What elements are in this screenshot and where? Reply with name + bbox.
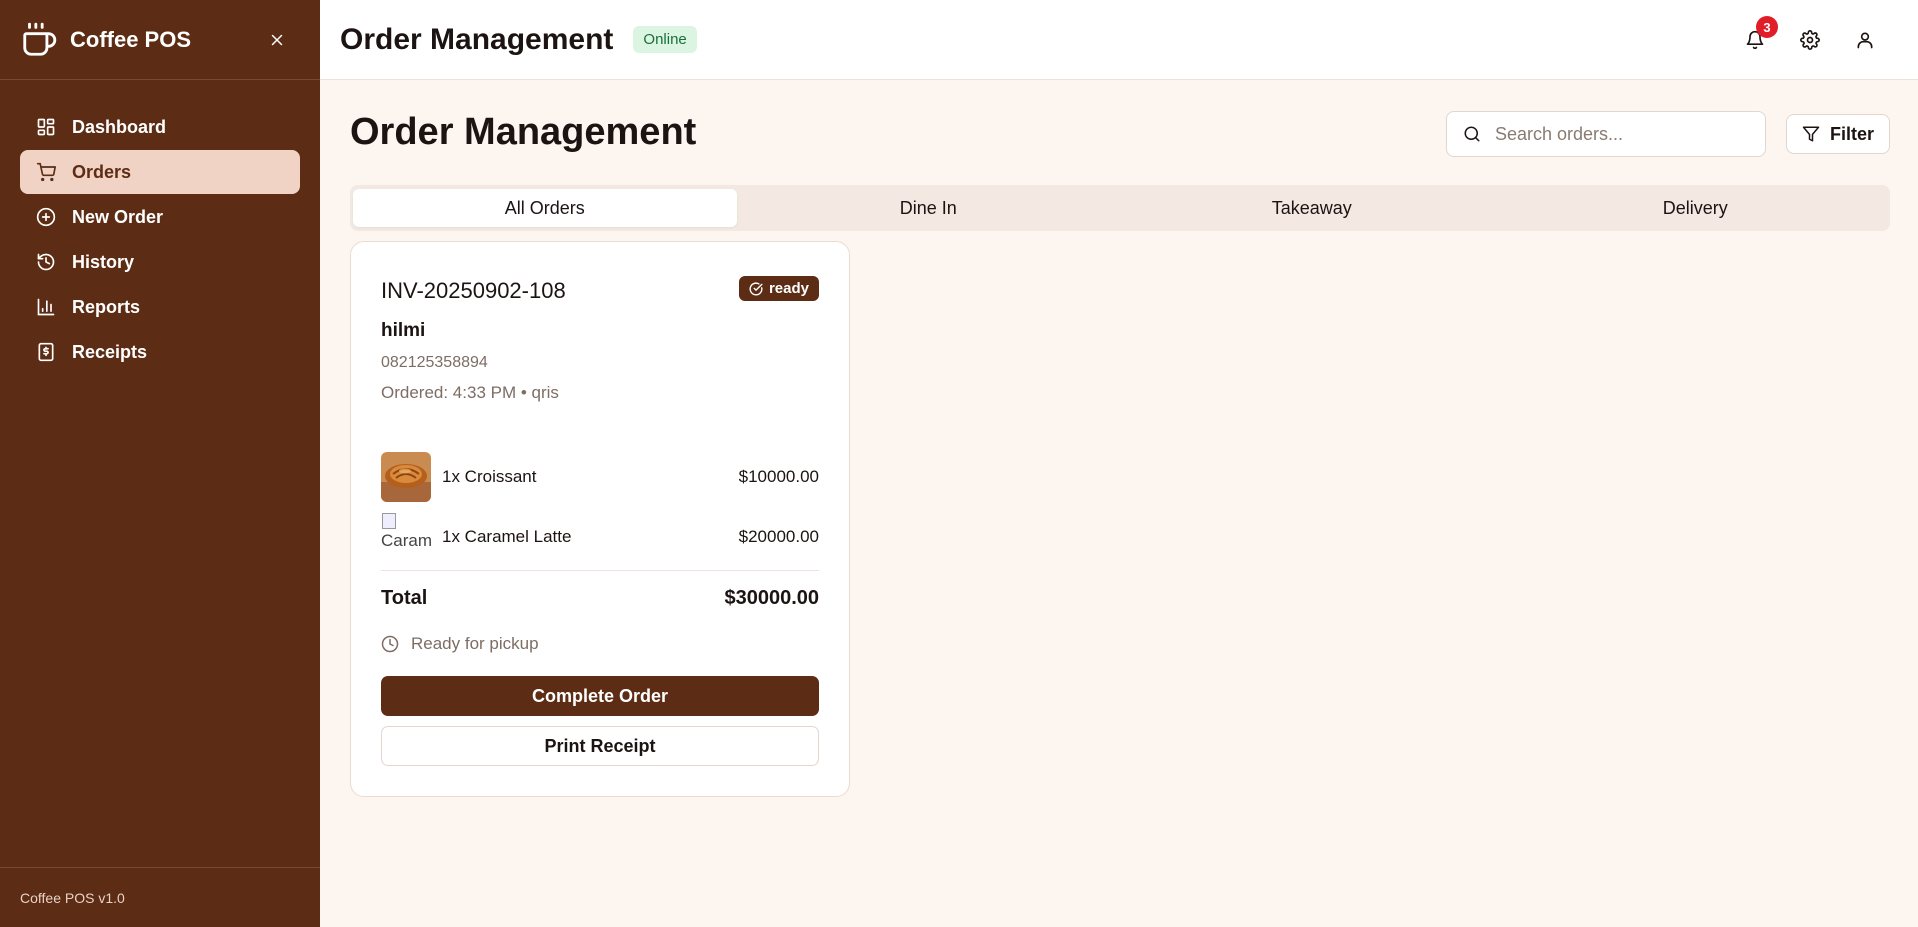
order-type-tabs: All Orders Dine In Takeaway Delivery: [350, 185, 1890, 231]
item-description: 1x Caramel Latte: [442, 527, 572, 546]
header-actions: 3: [1727, 16, 1892, 60]
check-circle-icon: [749, 282, 763, 295]
filter-label: Filter: [1829, 123, 1874, 144]
status-badge: Online: [633, 26, 697, 53]
page-title: Order Management: [350, 111, 697, 153]
sidebar-item-orders[interactable]: Orders: [20, 150, 300, 194]
main-content: Order Management Filter All Orders Dine …: [320, 81, 1918, 927]
notifications-button[interactable]: 3: [1727, 16, 1782, 60]
sidebar-nav: Dashboard Orders New Order History Repor…: [0, 80, 320, 374]
receipt-icon: [36, 342, 56, 362]
header-title: Order Management: [340, 22, 614, 56]
brand-name: Coffee POS: [70, 26, 192, 52]
bar-chart-icon: [36, 297, 56, 317]
order-time-payment: Ordered: 4:33 PM • qris: [381, 383, 559, 402]
item-price: $20000.00: [738, 527, 819, 546]
plus-circle-icon: [36, 207, 56, 227]
sidebar-item-label: Receipts: [72, 341, 148, 362]
sidebar-item-label: New Order: [72, 206, 164, 227]
pickup-note: Ready for pickup: [411, 634, 539, 653]
divider: [381, 570, 819, 571]
settings-button[interactable]: [1782, 20, 1837, 60]
sidebar-item-label: History: [72, 251, 135, 272]
sidebar-item-history[interactable]: History: [20, 240, 300, 284]
item-price: $10000.00: [738, 467, 819, 486]
filter-icon: [1802, 126, 1820, 142]
notification-count-badge: 3: [1756, 16, 1778, 38]
order-status-badge: ready: [738, 276, 819, 301]
order-status-label: ready: [768, 280, 809, 297]
sidebar-item-receipts[interactable]: Receipts: [20, 330, 300, 374]
print-receipt-button[interactable]: Print Receipt: [381, 726, 819, 766]
sidebar-item-label: Orders: [72, 161, 132, 182]
version-label: Coffee POS v1.0: [0, 867, 320, 927]
total-label: Total: [381, 587, 428, 609]
sidebar: Coffee POS Dashboard Orders New Order Hi…: [0, 0, 320, 927]
order-card: INV-20250902-108 ready hilmi 08212535889…: [350, 241, 850, 797]
tab-delivery[interactable]: Delivery: [1504, 189, 1888, 227]
item-description: 1x Croissant: [442, 467, 537, 486]
clock-icon: [381, 635, 399, 653]
close-sidebar-button[interactable]: [262, 25, 292, 55]
sidebar-item-new-order[interactable]: New Order: [20, 195, 300, 239]
croissant-image: [381, 452, 431, 502]
image-alt-text: Caram: [381, 531, 431, 550]
dashboard-icon: [36, 117, 56, 137]
search-box: [1446, 111, 1766, 157]
customer-name: hilmi: [381, 320, 426, 341]
brand-header: Coffee POS: [0, 0, 320, 80]
sidebar-item-label: Reports: [72, 296, 141, 317]
gear-icon: [1799, 30, 1820, 50]
history-icon: [36, 252, 56, 272]
invoice-number: INV-20250902-108: [381, 278, 566, 303]
filter-button[interactable]: Filter: [1786, 114, 1890, 154]
pickup-status: Ready for pickup: [381, 634, 539, 654]
sidebar-item-label: Dashboard: [72, 116, 167, 137]
order-item: Caram 1x Caramel Latte $20000.00: [381, 512, 819, 562]
user-icon: [1857, 32, 1872, 49]
close-icon: [271, 34, 283, 45]
order-item: 1x Croissant $10000.00: [381, 452, 819, 502]
search-icon: [1464, 126, 1480, 142]
broken-image-icon: Caram: [381, 512, 431, 562]
user-profile-button[interactable]: [1837, 20, 1892, 60]
sidebar-item-dashboard[interactable]: Dashboard: [20, 105, 300, 149]
tab-all-orders[interactable]: All Orders: [353, 189, 737, 227]
tab-dine-in[interactable]: Dine In: [737, 189, 1121, 227]
sidebar-item-reports[interactable]: Reports: [20, 285, 300, 329]
tab-takeaway[interactable]: Takeaway: [1120, 189, 1504, 227]
coffee-cup-icon: [20, 21, 58, 59]
complete-order-button[interactable]: Complete Order: [381, 676, 819, 716]
top-bar: Order Management Online 3: [320, 0, 1918, 80]
total-value: $30000.00: [724, 587, 819, 609]
customer-phone: 082125358894: [381, 354, 488, 371]
search-input[interactable]: [1495, 123, 1745, 145]
cart-icon: [36, 162, 56, 182]
